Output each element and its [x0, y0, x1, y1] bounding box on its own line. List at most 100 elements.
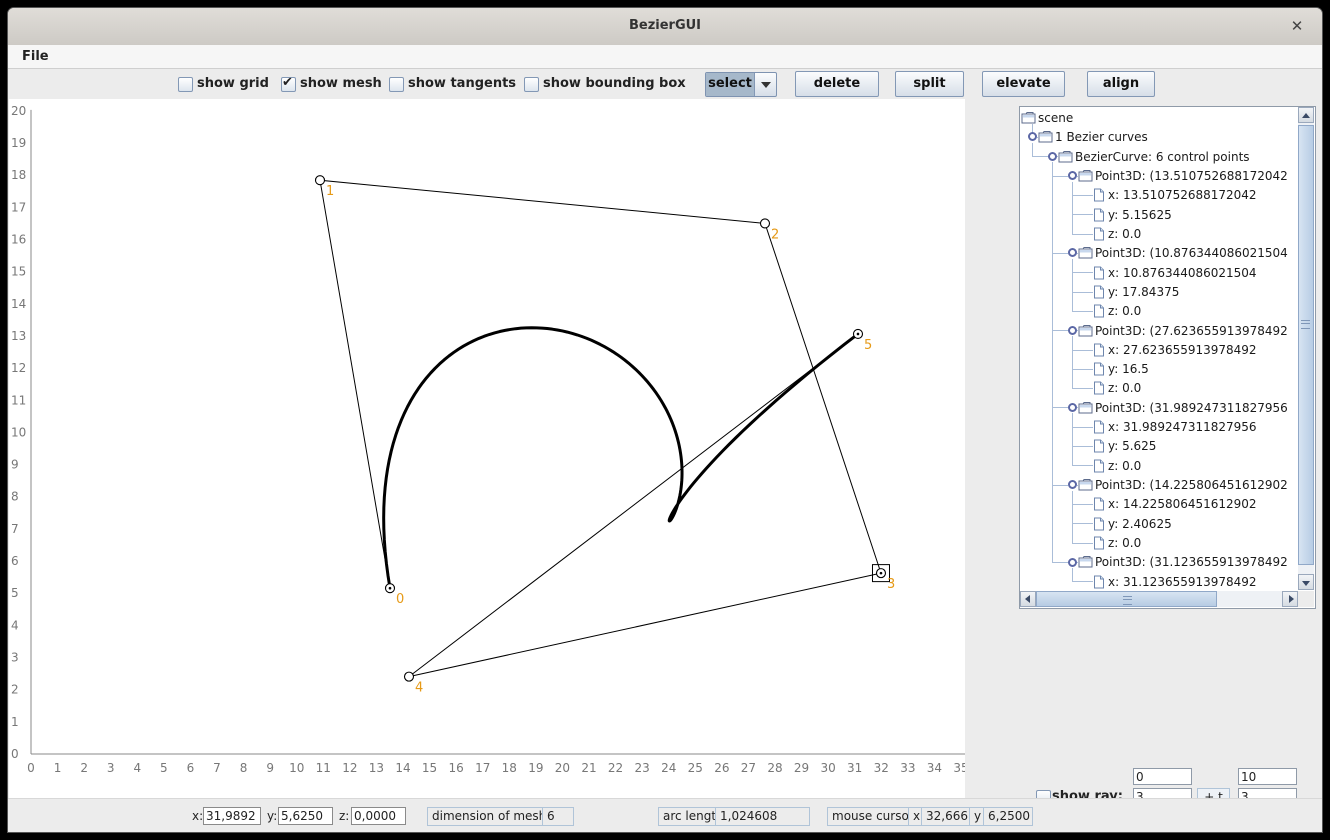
file-icon: [1093, 266, 1105, 283]
y-tick-label: 10: [11, 425, 26, 439]
folder-icon: [1058, 150, 1073, 166]
tree-row[interactable]: y: 2.40625: [1021, 514, 1298, 533]
folder-icon: [1038, 130, 1053, 146]
show-mesh-checkbox[interactable]: [281, 75, 296, 92]
control-point-dot: [388, 586, 392, 590]
tree-row[interactable]: 1 Bezier curves: [1021, 127, 1298, 146]
file-icon: [1093, 420, 1105, 437]
title-bar[interactable]: BezierGUI ✕: [8, 8, 1322, 46]
elevate-button[interactable]: elevate: [982, 71, 1065, 97]
y-tick-label: 3: [11, 651, 19, 665]
show-grid-checkbox[interactable]: [178, 77, 193, 92]
bezier-canvas[interactable]: 0 1 2 3 4 5 6 7 8 9 10 11 12 13 14 15 16 17 18 19 20 21 22 23 24…: [9, 99, 969, 798]
x-tick-label: 35: [953, 761, 965, 775]
x-tick-label: 13: [369, 761, 384, 775]
file-icon: [1093, 343, 1105, 360]
scene-tree[interactable]: scene 1 Bezier curves BezierCurve: 6 contr…: [1021, 108, 1298, 591]
y-tick-label: 15: [11, 265, 26, 279]
tree-row[interactable]: BezierCurve: 6 control points: [1021, 147, 1298, 166]
tree-row[interactable]: Point3D: (27.623655913978492: [1021, 321, 1298, 340]
x-tick-label: 8: [240, 761, 248, 775]
tree-row[interactable]: z: 0.0: [1021, 378, 1298, 397]
tree-row[interactable]: x: 27.623655913978492: [1021, 340, 1298, 359]
x-coordinate-field[interactable]: [203, 807, 261, 825]
tree-row[interactable]: z: 0.0: [1021, 301, 1298, 320]
x-tick-label: 31: [847, 761, 862, 775]
y-tick-label: 1: [11, 715, 19, 729]
tree-row[interactable]: y: 17.84375: [1021, 282, 1298, 301]
scroll-left-button[interactable]: [1020, 591, 1036, 607]
tree-row[interactable]: Point3D: (10.876344086021504: [1021, 243, 1298, 262]
tree-row[interactable]: scene: [1021, 108, 1298, 127]
toolbar: show grid show mesh show tangents show b…: [8, 69, 1322, 99]
vertical-scrollbar[interactable]: [1298, 107, 1314, 590]
tree-row[interactable]: Point3D: (31.123655913978492: [1021, 552, 1298, 571]
file-icon: [1093, 304, 1105, 321]
tree-row[interactable]: z: 0.0: [1021, 533, 1298, 552]
tree-node-label: x: 27.623655913978492: [1108, 342, 1257, 357]
tree-row[interactable]: y: 16.5: [1021, 359, 1298, 378]
y-coordinate-field[interactable]: [278, 807, 333, 825]
x-tick-label: 15: [422, 761, 437, 775]
mode-select-combobox[interactable]: select: [705, 72, 777, 97]
control-point[interactable]: [403, 671, 415, 682]
x-tick-label: 22: [608, 761, 623, 775]
folder-icon: [1078, 246, 1093, 262]
tree-row[interactable]: x: 31.123655913978492: [1021, 572, 1298, 591]
z-coordinate-field[interactable]: [351, 807, 406, 825]
show-tangents-checkbox[interactable]: [389, 77, 404, 92]
tree-row[interactable]: x: 14.225806451612902: [1021, 494, 1298, 513]
vertical-scroll-thumb[interactable]: [1298, 125, 1314, 565]
scroll-down-button[interactable]: [1298, 574, 1314, 590]
x-tick-label: 2: [80, 761, 88, 775]
x-tick-label: 25: [688, 761, 703, 775]
x-tick-label: 16: [448, 761, 463, 775]
tree-row[interactable]: x: 10.876344086021504: [1021, 263, 1298, 282]
x-tick-label: 9: [266, 761, 274, 775]
tree-row[interactable]: Point3D: (31.989247311827956: [1021, 398, 1298, 417]
x-tick-label: 6: [187, 761, 195, 775]
delete-button[interactable]: delete: [795, 71, 879, 97]
window-title: BezierGUI: [628, 18, 702, 33]
folder-icon: [1021, 111, 1036, 127]
split-button[interactable]: split: [895, 71, 964, 97]
control-point[interactable]: [314, 175, 326, 186]
y-tick-label: 7: [11, 522, 19, 536]
menu-file[interactable]: File: [18, 48, 53, 65]
align-button[interactable]: align: [1087, 71, 1155, 97]
y-tick-label: 14: [11, 297, 26, 311]
tree-row[interactable]: Point3D: (13.510752688172042: [1021, 166, 1298, 185]
tree-row[interactable]: x: 31.989247311827956: [1021, 417, 1298, 436]
tree-row[interactable]: x: 13.510752688172042: [1021, 185, 1298, 204]
horizontal-scroll-thumb[interactable]: [1036, 591, 1217, 607]
control-point[interactable]: [759, 218, 771, 229]
tree-node-label: Point3D: (31.989247311827956: [1095, 400, 1288, 415]
control-point-dot: [856, 332, 860, 336]
y-tick-label: 19: [11, 136, 26, 150]
tree-row[interactable]: y: 5.15625: [1021, 205, 1298, 224]
control-point-label: 4: [415, 681, 423, 696]
x-tick-label: 33: [900, 761, 915, 775]
y-tick-label: 13: [11, 329, 26, 343]
close-icon[interactable]: ✕: [1288, 17, 1306, 35]
show-bounding-box-label: show bounding box: [543, 76, 686, 91]
control-point-label: 5: [864, 338, 872, 353]
folder-icon: [1078, 555, 1093, 571]
show-mesh-label: show mesh: [300, 76, 382, 91]
x-tick-label: 5: [160, 761, 168, 775]
tree-row[interactable]: y: 5.625: [1021, 436, 1298, 455]
show-bounding-box-checkbox[interactable]: [524, 77, 539, 92]
ray-direction-x-field[interactable]: [1238, 768, 1297, 785]
control-point-label: 3: [887, 577, 895, 592]
ray-origin-x-field[interactable]: [1133, 768, 1192, 785]
scroll-up-button[interactable]: [1298, 107, 1314, 123]
tree-node-label: z: 0.0: [1108, 304, 1142, 319]
y-tick-label: 8: [11, 490, 19, 504]
tree-row[interactable]: z: 0.0: [1021, 224, 1298, 243]
tree-row[interactable]: z: 0.0: [1021, 456, 1298, 475]
tree-node-label: z: 0.0: [1108, 381, 1142, 396]
tree-row[interactable]: Point3D: (14.225806451612902: [1021, 475, 1298, 494]
y-tick-label: 12: [11, 361, 26, 375]
scroll-right-button[interactable]: [1282, 591, 1298, 607]
horizontal-scrollbar[interactable]: [1020, 591, 1298, 607]
